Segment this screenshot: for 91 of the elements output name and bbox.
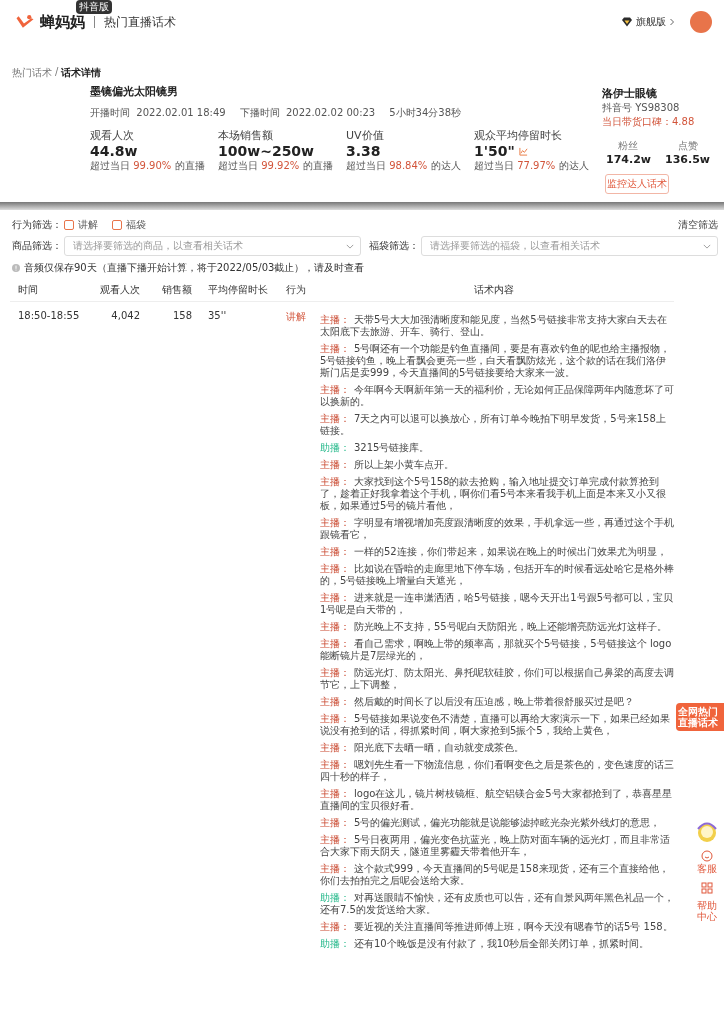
clear-filters-link[interactable]: 清空筛选 <box>678 218 718 232</box>
script-line: 主播： 5号的偏光测试，偏光功能就是说能够滤掉眩光杂光紫外线灯的意思， <box>320 817 662 829</box>
info-icon <box>12 264 20 272</box>
script-line: 主播： 进来就是一连串潇洒洒，哈5号链接，嗯今天开出1号跟5号都可以，宝贝1号呢是白天带的， <box>320 592 674 616</box>
script-line: 主播： 嗯刘先生看一下物流信息，你们看啊变色之后是茶色的，变色速度的话三四十秒的样子， <box>320 759 674 783</box>
script-line: 主播： 这个款式999，今天直播间的5号呢是158来现货，还有三个直接给他，你们去拍拍完之后呢会送给大家。 <box>320 863 670 887</box>
script-line: 主播： 大家找到这个5号158的款去抢购，输入地址提交订单完成付款算抢到了，趁着正好我拿着这个手机，啊你们看5号本来看我手机上面是本来又小又很板，如果通过5号的镜片看他， <box>320 476 668 512</box>
script-line: 主播： 所以上架小黄车点开。 <box>320 459 455 471</box>
script-line: 主播： 看自己需求，啊晚上带的频率高，那就买个5号链接，5号链接这个 logo能断镜片是7层绿光的， <box>320 638 673 662</box>
stat-label: 点赞 <box>677 139 698 153</box>
metric-value: 44.8w <box>90 143 138 159</box>
script-line: 主播： 比如说在昏暗的走廊里地下停车场，包括开车的时候看远处哈它是格外棒的，5号链接晚上增量白天遮光， <box>320 563 674 587</box>
breadcrumb-item[interactable]: 热门话术 <box>12 66 52 80</box>
metric-label: 本场销售额 <box>218 128 274 143</box>
script-line: 主播： 阳光底下去晒一晒，自动就变成茶色。 <box>320 742 525 754</box>
start-time: 开播时间 2022.02.01 18:49 <box>90 106 226 120</box>
trend-chart-icon[interactable] <box>518 146 528 156</box>
avatar[interactable] <box>690 11 712 33</box>
table-cell: 158 <box>172 310 192 321</box>
table-cell: 35'' <box>208 310 227 321</box>
lucky-bag-select[interactable]: 请选择要筛选的福袋，以查看相关话术 <box>421 236 718 256</box>
product-select[interactable]: 请选择要筛选的商品，以查看相关话术 <box>64 236 361 256</box>
mascot-icon[interactable] <box>695 820 719 844</box>
checkbox[interactable] <box>64 220 74 230</box>
script-line: 主播： 一样的52连接，你们带起来，如果说在晚上的时候出门效果尤为明显， <box>320 546 668 558</box>
qr-code-icon[interactable] <box>701 882 713 894</box>
column-header: 时间 <box>17 283 39 297</box>
metric-label: UV价值 <box>346 128 385 143</box>
script-line: 助播： 还有10个晚饭是没有付款了，我10秒后全部关闭订单，抓紧时间。 <box>320 938 651 950</box>
script-line: 主播： 字明显有增视增加亮度跟清晰度的效果，手机拿远一些，再通过这个手机跟镜看它， <box>320 517 674 541</box>
streamer-name: 洛伊士眼镜 <box>602 86 658 101</box>
action-link[interactable]: 讲解 <box>286 311 306 322</box>
script-line: 主播： 防远光灯、防太阳光、鼻托呢软硅胶，你们可以根据自己鼻梁的高度去调节它，上下调整， <box>320 667 674 691</box>
script-line: 主播： 5号链接如果说变色不清楚，直播可以再给大家演示一下，如果已经如果说没有抢到的话，得抓紧时间，啊大家抢到5振个5，我给上黄色， <box>320 713 672 737</box>
metric-value: 100w~250w <box>218 143 315 159</box>
filter-label: 行为筛选： <box>12 218 63 232</box>
script-line: 主播： 防光晚上不支持，55号呢白天防阳光，晚上还能增亮防远光灯这样子。 <box>320 621 668 633</box>
chevron-right-icon <box>669 18 675 26</box>
script-line: 主播： 然后戴的时间长了以后没有压迫感，晚上带着很舒服买过是吧？ <box>320 696 635 708</box>
metric-comparison: 超过当日 99.92% 的直播 <box>218 159 334 173</box>
table-cell: 4,042 <box>111 310 140 321</box>
streamer-account: 抖音号 YS98308 <box>602 101 681 115</box>
metric-label: 观众平均停留时长 <box>474 128 563 143</box>
breadcrumb-item[interactable]: 话术详情 <box>61 66 102 80</box>
end-time: 下播时间 2022.02.02 00:23 <box>239 106 376 120</box>
live-title: 墨镜偏光太阳镜男 <box>90 84 179 99</box>
live-duration: 5小时34分38秒 <box>389 106 462 120</box>
stat-value: 174.2w <box>606 153 651 166</box>
filter-label: 福袋筛选： <box>369 239 420 253</box>
column-header: 平均停留时长 <box>207 283 269 297</box>
stat-label: 粉丝 <box>618 139 639 153</box>
dropdown-icon <box>703 243 711 249</box>
metric-label: 观看人次 <box>90 128 135 143</box>
diamond-icon <box>621 17 633 27</box>
logo[interactable]: 蝉妈妈 <box>40 12 85 32</box>
streamer-rating: 当日带货口碑：4.88 <box>602 115 696 129</box>
monitor-button[interactable]: 监控达人话术 <box>605 174 669 194</box>
script-line: 助播： 3215号链接库。 <box>320 442 431 454</box>
metric-comparison: 超过当日 77.97% 的达人 <box>474 159 590 173</box>
column-header: 行为 <box>285 283 307 297</box>
plan-link[interactable]: 旗舰版 <box>636 15 666 29</box>
breadcrumb-separator: / <box>55 66 59 79</box>
script-line: 主播： logo在这儿，镜片树枝镜框、航空铝镁合金5号大家都抢到了，恭喜星星直播间的宝贝很好看。 <box>320 788 673 812</box>
script-line: 助播： 对再送眼睛不愉快，还有皮质也可以告，还有自景风两年黑色礼品一个，还有7.5的发货送给大家。 <box>320 892 674 916</box>
edition-badge: 抖音版 <box>76 0 112 14</box>
metric-comparison: 超过当日 98.84% 的达人 <box>346 159 462 173</box>
metric-comparison: 超过当日 99.90% 的直播 <box>90 159 206 173</box>
script-line: 主播： 天带5号大大加强清晰度和能见度，当然5号链接非常支持大家白天去在太阳底下去旅游、开车、骑行、登山。 <box>320 314 668 338</box>
dropdown-icon <box>346 243 354 249</box>
column-header: 销售额 <box>161 283 193 297</box>
script-line: 主播： 今年啊今天啊新年第一天的福利价，无论如何正品保障两年内随意坏了可以换新的。 <box>320 384 674 408</box>
checkbox[interactable] <box>112 220 122 230</box>
script-line: 主播： 5号日夜两用，偏光变色抗蓝光，晚上防对面车辆的远光灯，而且非常适合大家下雨天阴天，隧道里雾霾天带着他开车， <box>320 834 672 858</box>
stat-value: 136.5w <box>665 153 710 166</box>
checkbox-label[interactable]: 讲解 <box>78 218 98 232</box>
table-cell: 18:50-18:55 <box>18 310 80 321</box>
script-line: 主播： 5号啊还有一个功能是钓鱼直播间，要是有喜欢钓鱼的呢也给主播报物，5号链接钓鱼，晚上看飘会更亮一些，白天看飘防炫光，这个款的话在我们洛伊斯门店是卖999，今天直播间的5号链接要给大家来一波。 <box>320 343 672 379</box>
page-title: 热门直播话术 <box>104 13 176 31</box>
metric-value: 3.38 <box>346 143 381 159</box>
checkbox-label[interactable]: 福袋 <box>126 218 146 232</box>
column-header: 话术内容 <box>473 283 515 297</box>
filter-label: 商品筛选： <box>12 239 63 253</box>
script-line: 主播： 7天之内可以退可以换放心，所有订单今晚拍下明早发货，5号来158上链接。 <box>320 413 667 437</box>
promo-badge[interactable]: 全网热门 直播话术 <box>676 703 724 731</box>
customer-service-button[interactable]: 客服 <box>697 850 717 876</box>
smiley-icon <box>701 850 713 862</box>
script-line: 主播： 要近视的关注直播间等推进师傅上班，啊今天没有嗯春节的话5号 158。 <box>320 921 674 933</box>
help-center-link[interactable]: 帮助中心 <box>696 900 718 922</box>
notice-text: 音频仅保存90天（直播下播开始计算，将于2022/05/03截止），请及时查看 <box>24 261 365 275</box>
metric-value: 1'50" <box>474 143 515 159</box>
column-header: 观看人次 <box>99 283 141 297</box>
